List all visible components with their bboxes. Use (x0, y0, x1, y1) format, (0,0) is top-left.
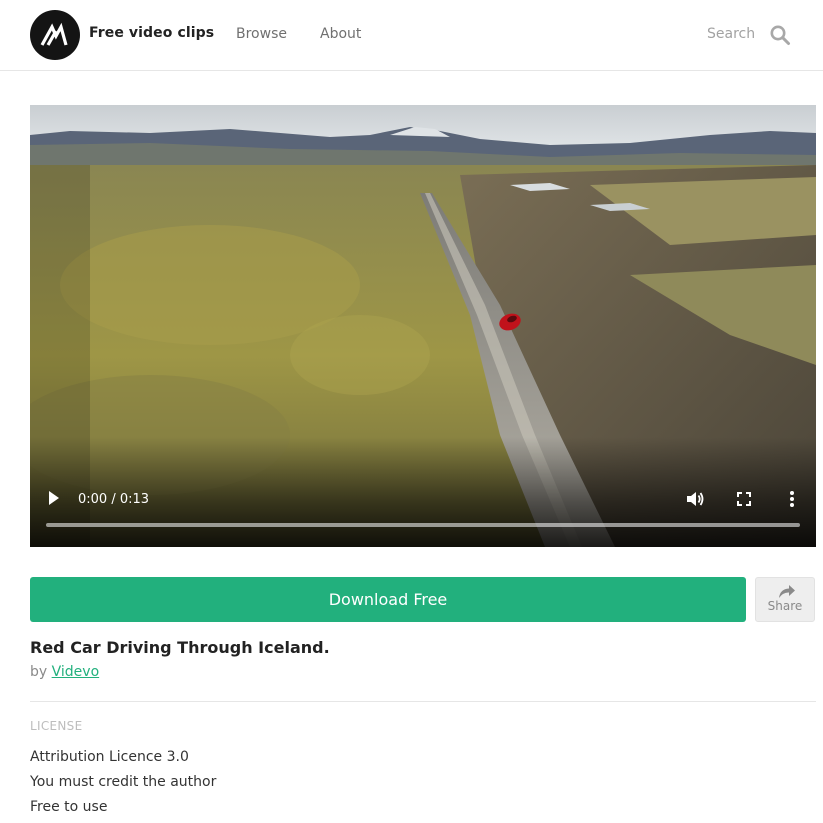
share-button[interactable]: Share (755, 577, 815, 622)
license-item: Attribution Licence 3.0 (30, 749, 189, 765)
video-player[interactable]: 0:00 / 0:13 (30, 105, 816, 547)
volume-icon[interactable] (685, 489, 705, 509)
time-display: 0:00 / 0:13 (78, 492, 150, 507)
license-item: You must credit the author (30, 774, 217, 790)
fullscreen-icon[interactable] (735, 490, 753, 508)
more-options-icon[interactable] (785, 489, 799, 509)
share-label: Share (767, 599, 803, 613)
search-icon[interactable] (769, 24, 791, 46)
byline-prefix: by (30, 664, 52, 680)
nav-browse-link[interactable]: Browse (236, 26, 287, 42)
video-progress-bar[interactable] (46, 523, 800, 527)
nav-about-link[interactable]: About (320, 26, 361, 42)
site-header: Free video clips Browse About Search (0, 0, 823, 71)
logo-icon[interactable] (30, 10, 80, 60)
brand-name[interactable]: Free video clips (89, 25, 214, 41)
license-heading: LICENSE (30, 719, 83, 733)
share-icon (778, 584, 796, 600)
byline: by Videvo (30, 664, 99, 680)
play-icon[interactable] (46, 489, 62, 507)
license-item: Free to use (30, 799, 108, 815)
license-list: Attribution Licence 3.0 You must credit … (30, 748, 216, 823)
author-link[interactable]: Videvo (52, 664, 100, 680)
divider (30, 701, 816, 702)
download-button[interactable]: Download Free (30, 577, 746, 622)
clip-title: Red Car Driving Through Iceland. (30, 638, 330, 657)
search-input[interactable]: Search (707, 26, 755, 42)
